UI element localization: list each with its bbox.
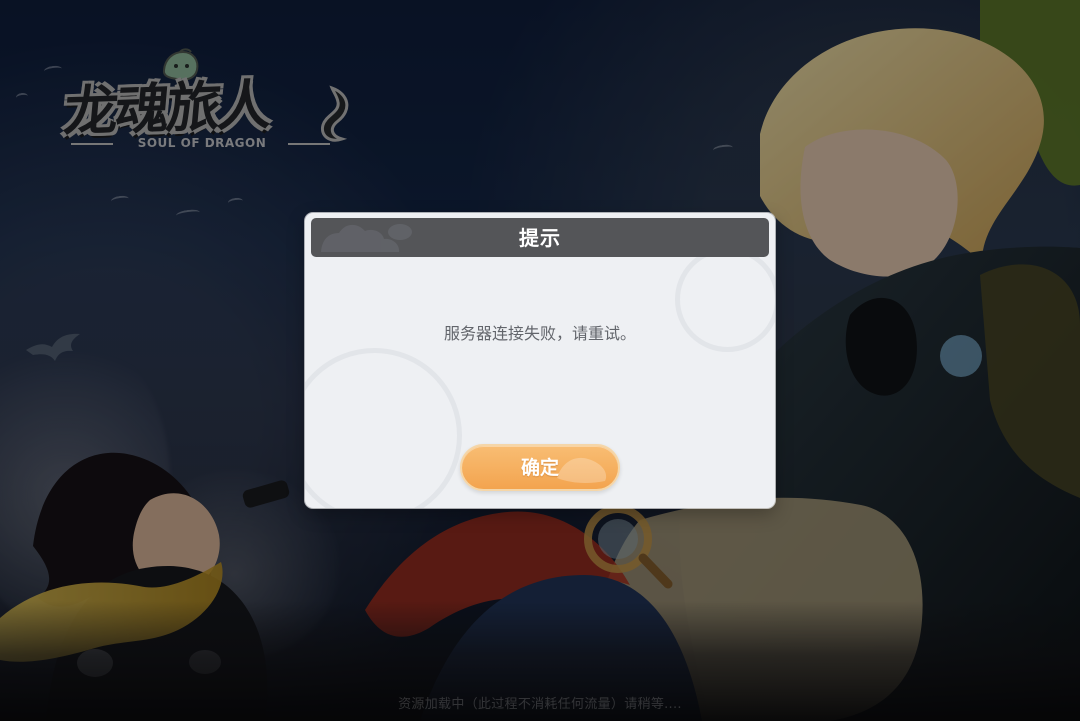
- dragon-emblem-icon: [305, 348, 462, 508]
- dialog-title: 提示: [519, 226, 561, 250]
- confirm-button-label: 确定: [520, 457, 559, 479]
- dialog-header: 提示: [311, 218, 769, 257]
- confirm-button[interactable]: 确定: [460, 444, 620, 491]
- loading-status-text: 资源加载中（此过程不消耗任何流量）请稍等....: [398, 697, 682, 712]
- server-error-dialog: 提示 服务器连接失败，请重试。 确定: [305, 213, 775, 508]
- dialog-message: 服务器连接失败，请重试。: [443, 324, 636, 343]
